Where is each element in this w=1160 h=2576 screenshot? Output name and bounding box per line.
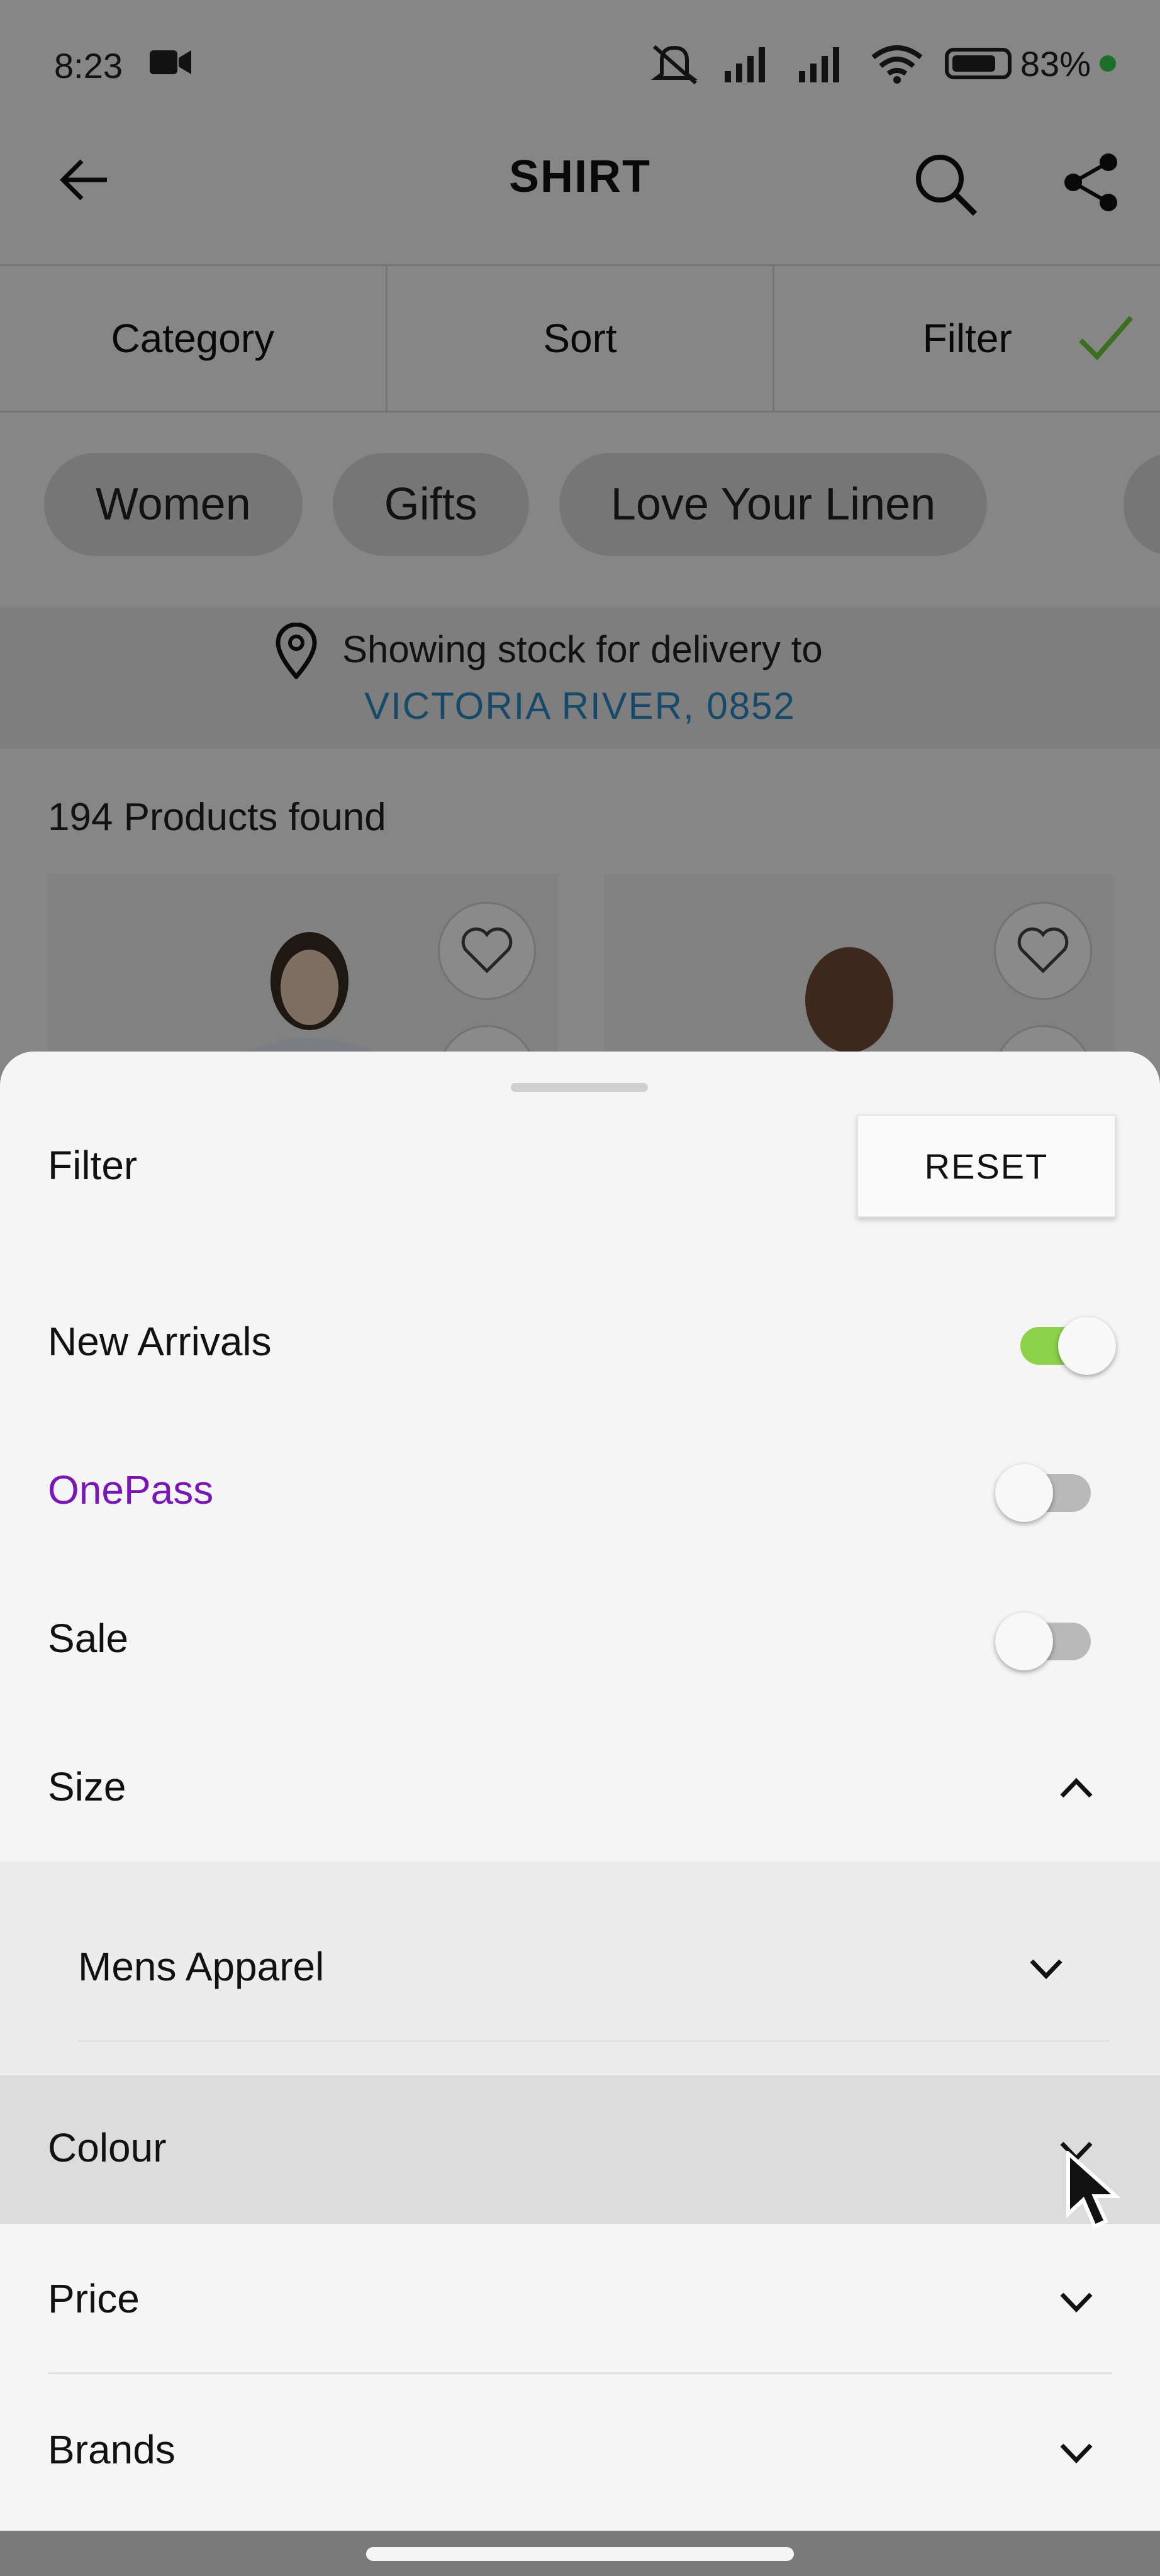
divider bbox=[48, 2372, 1112, 2374]
chevron-down-icon[interactable] bbox=[1024, 1946, 1068, 1990]
sheet-drag-handle[interactable] bbox=[511, 1083, 648, 1092]
brands-section-label[interactable]: Brands bbox=[48, 2426, 176, 2473]
toggle-knob bbox=[1058, 1317, 1116, 1375]
toggle-knob bbox=[995, 1464, 1053, 1522]
onepass-toggle[interactable] bbox=[995, 1464, 1091, 1522]
colour-section-row[interactable] bbox=[0, 2075, 1160, 2224]
chevron-up-icon[interactable] bbox=[1054, 1766, 1098, 1810]
mens-apparel-label[interactable]: Mens Apparel bbox=[78, 1943, 324, 1990]
sale-toggle[interactable] bbox=[995, 1613, 1091, 1670]
chevron-down-icon[interactable] bbox=[1054, 2430, 1098, 2474]
new-arrivals-label: New Arrivals bbox=[48, 1319, 272, 1364]
chevron-down-icon[interactable] bbox=[1054, 2279, 1098, 2323]
price-section-label[interactable]: Price bbox=[48, 2275, 140, 2322]
filter-sheet bbox=[0, 1052, 1160, 2531]
onepass-label: OnePass bbox=[48, 1467, 214, 1513]
sale-label: Sale bbox=[48, 1616, 129, 1661]
size-section-label[interactable]: Size bbox=[48, 1763, 126, 1810]
mouse-cursor-icon bbox=[1066, 2151, 1121, 2229]
toggle-knob bbox=[995, 1613, 1053, 1670]
colour-section-label[interactable]: Colour bbox=[48, 2124, 167, 2171]
home-gesture-pill[interactable] bbox=[366, 2547, 794, 2561]
sheet-title: Filter bbox=[48, 1143, 138, 1188]
divider bbox=[78, 2040, 1110, 2042]
reset-button[interactable]: RESET bbox=[857, 1114, 1116, 1218]
new-arrivals-toggle[interactable] bbox=[1020, 1317, 1116, 1375]
